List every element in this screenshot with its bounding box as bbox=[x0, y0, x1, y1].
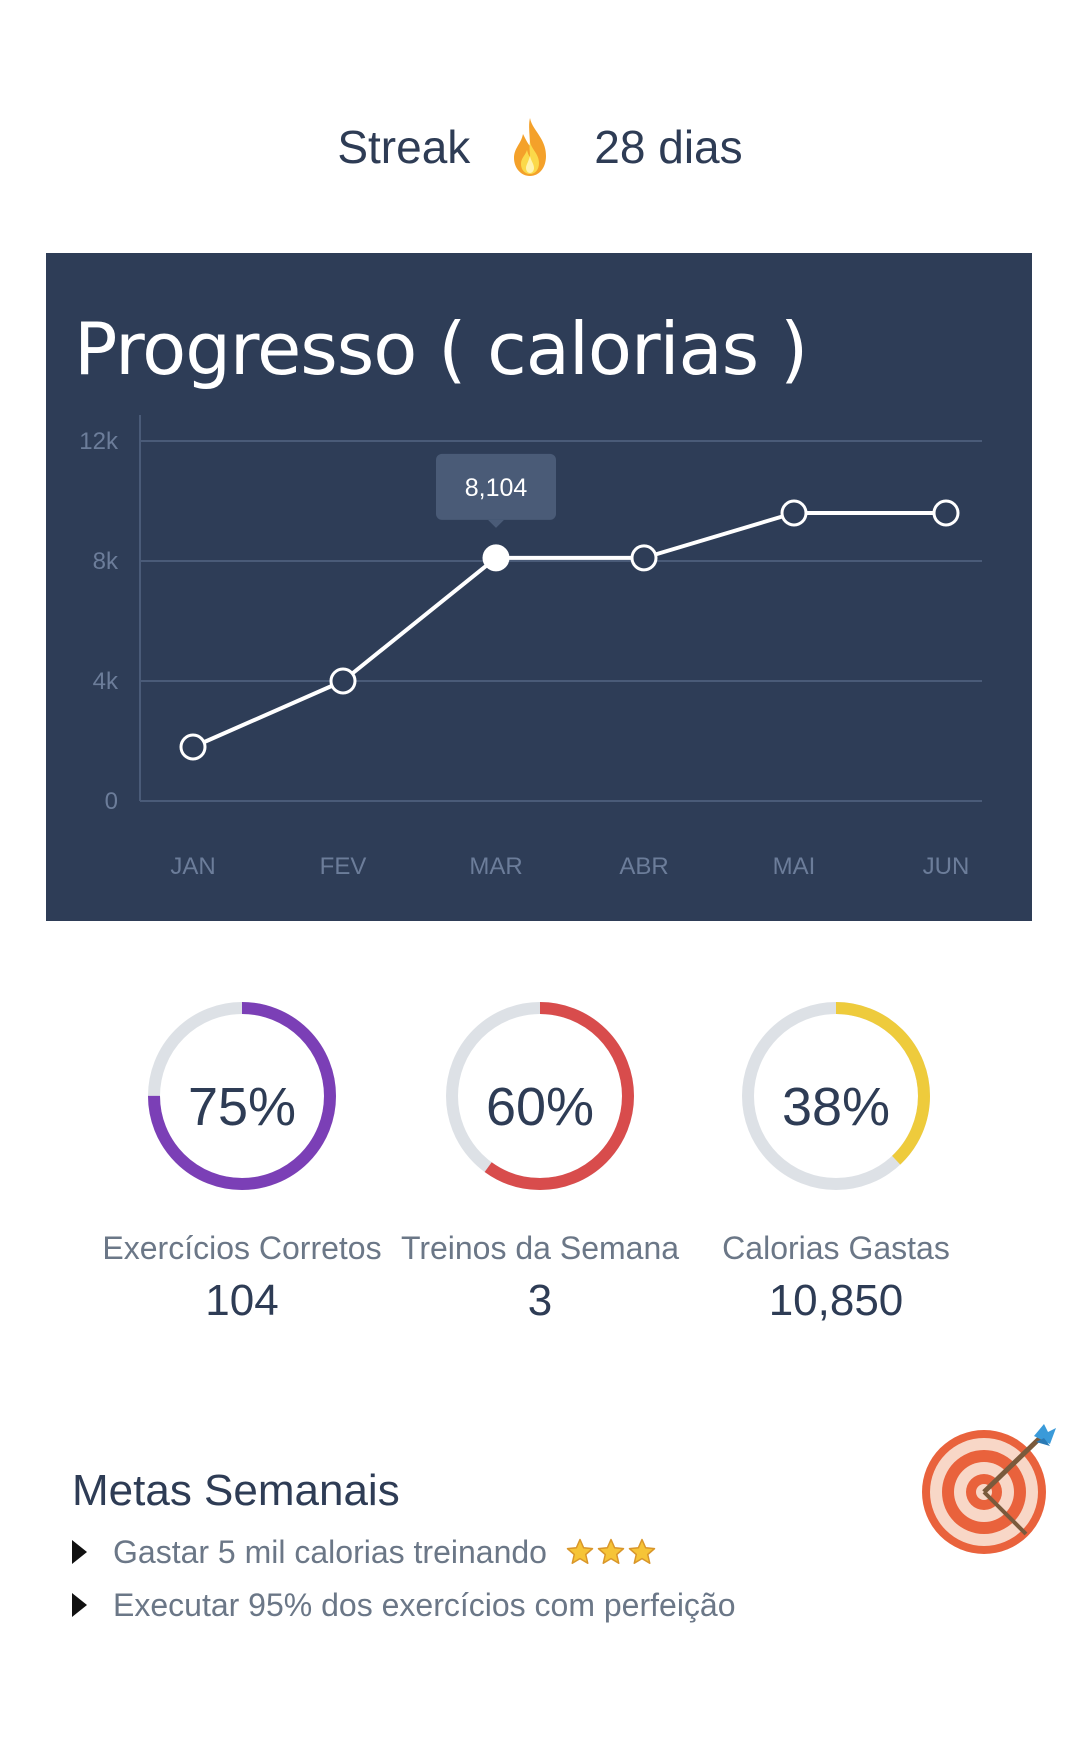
x-tick-label: ABR bbox=[619, 853, 668, 880]
streak-label: Streak bbox=[337, 121, 471, 173]
stat-value: 3 bbox=[527, 1276, 553, 1325]
target-icon bbox=[922, 1424, 1056, 1554]
bullet-arrow-icon bbox=[72, 1593, 87, 1617]
ring-percent: 60% bbox=[485, 1077, 595, 1137]
data-point bbox=[932, 499, 960, 527]
data-point bbox=[329, 667, 357, 695]
goals-title: Metas Semanais bbox=[72, 1466, 400, 1515]
y-tick-label: 0 bbox=[105, 788, 118, 815]
tooltip-pointer bbox=[488, 519, 504, 528]
y-tick-label: 12k bbox=[79, 428, 119, 455]
flame-icon bbox=[514, 118, 547, 176]
goal-text: Gastar 5 mil calorias treinando bbox=[113, 1533, 547, 1570]
x-tick-label: JAN bbox=[170, 853, 215, 880]
star-icon bbox=[628, 1538, 656, 1564]
data-point bbox=[482, 544, 510, 572]
y-tick-label: 8k bbox=[93, 548, 119, 575]
goal-item: Gastar 5 mil calorias treinando bbox=[72, 1530, 658, 1574]
x-tick-label: MAR bbox=[469, 853, 522, 880]
goal-text: Executar 95% dos exercícios com perfeiçã… bbox=[113, 1586, 736, 1623]
stat-label: Treinos da Semana bbox=[400, 1230, 680, 1266]
stat-treinos-semana: 60% Treinos da Semana 3 bbox=[390, 998, 690, 1328]
x-tick-label: JUN bbox=[923, 853, 970, 880]
streak-value: 28 dias bbox=[594, 121, 743, 173]
goal-item: Executar 95% dos exercícios com perfeiçã… bbox=[72, 1583, 736, 1627]
x-tick-label: MAI bbox=[773, 853, 816, 880]
ring-percent: 75% bbox=[187, 1077, 297, 1137]
progress-line-chart: 0 4k 8k 12k JAN FEV MAR ABR MAI JUN 8,104 bbox=[79, 415, 982, 880]
stat-label: Calorias Gastas bbox=[722, 1230, 950, 1266]
series-line bbox=[192, 511, 946, 749]
stat-value: 104 bbox=[205, 1276, 279, 1325]
stat-value: 10,850 bbox=[768, 1276, 904, 1325]
star-icon bbox=[566, 1538, 594, 1564]
data-point bbox=[630, 544, 658, 572]
tooltip-label: 8,104 bbox=[465, 474, 528, 502]
y-tick-label: 4k bbox=[93, 668, 119, 695]
progress-chart-card: Progresso ( calorias ) 0 4k 8k 12k JAN FEV MAR… bbox=[46, 253, 1032, 921]
streak-header: Streak 28 dias bbox=[0, 112, 1080, 182]
star-icon bbox=[597, 1538, 625, 1564]
bullet-arrow-icon bbox=[72, 1540, 87, 1564]
stat-exercicios-corretos: 75% Exercícios Corretos 104 bbox=[92, 998, 392, 1328]
data-point bbox=[780, 499, 808, 527]
stat-label: Exercícios Corretos bbox=[102, 1230, 382, 1266]
ring-percent: 38% bbox=[781, 1077, 891, 1137]
data-point bbox=[179, 733, 207, 761]
stat-calorias-gastas: 38% Calorias Gastas 10,850 bbox=[686, 998, 986, 1328]
star-rating bbox=[565, 1537, 658, 1567]
x-tick-label: FEV bbox=[320, 853, 367, 880]
